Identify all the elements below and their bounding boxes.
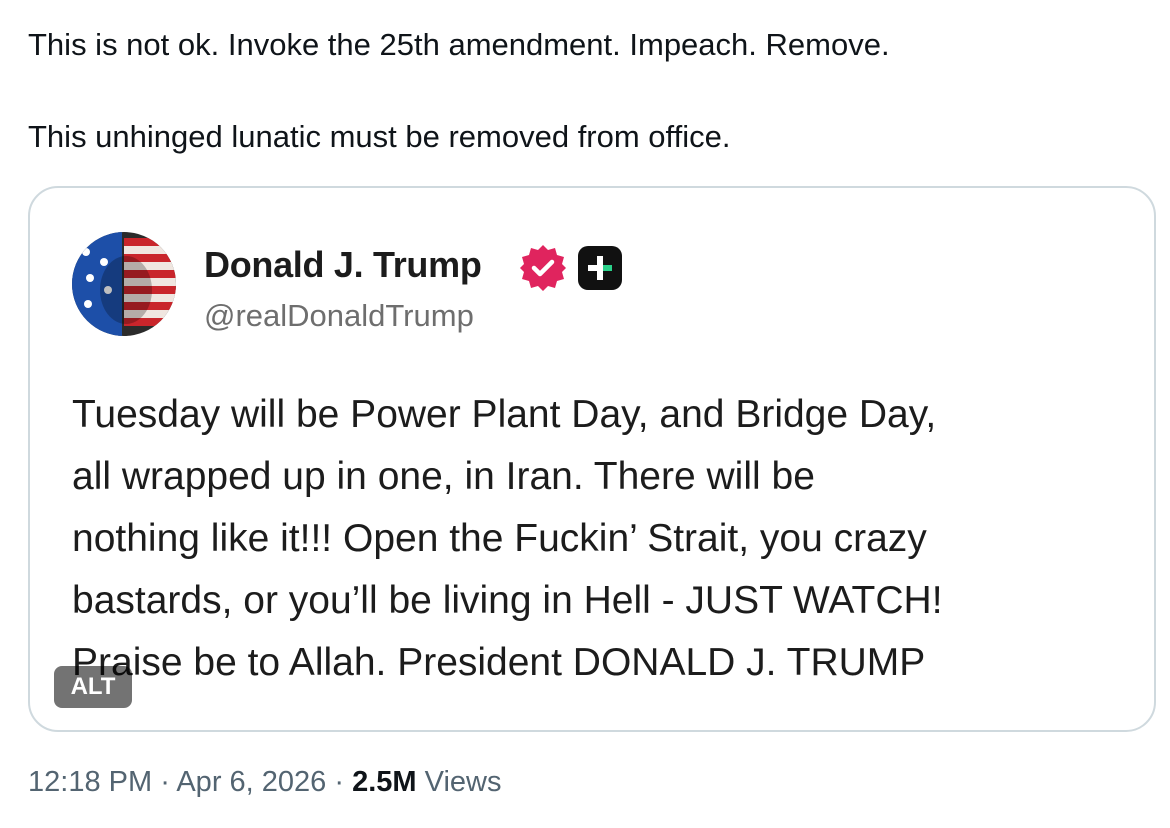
separator: · xyxy=(160,766,170,798)
verified-icon xyxy=(520,245,566,291)
post-line: bastards, or you’ll be living in Hell - … xyxy=(72,579,943,622)
tweet-text-line: This unhinged lunatic must be removed fr… xyxy=(28,119,731,154)
avatar-image xyxy=(72,232,176,336)
alt-badge[interactable]: ALT xyxy=(54,666,132,708)
date-link[interactable]: Apr 6, 2026 xyxy=(176,766,326,798)
tweet-text-line: This is not ok. Invoke the 25th amendmen… xyxy=(28,27,890,62)
plus-icon xyxy=(578,246,622,290)
post-line: all wrapped up in one, in Iran. There wi… xyxy=(72,455,815,498)
separator: · xyxy=(334,766,345,798)
media-card[interactable]: Donald J. Trump @realDonaldTrump Tuesday… xyxy=(28,186,1156,732)
post-body: Tuesday will be Power Plant Day, and Bri… xyxy=(72,384,1132,694)
author-handle: @realDonaldTrump xyxy=(204,298,474,333)
views-count: 2.5M xyxy=(352,766,417,798)
post-line: nothing like it!!! Open the Fuckin’ Stra… xyxy=(72,517,927,560)
author-name: Donald J. Trump xyxy=(204,244,482,285)
timestamp-link[interactable]: 12:18 PM xyxy=(28,766,152,798)
post-line: Praise be to Allah. President DONALD J. … xyxy=(72,641,926,684)
avatar xyxy=(72,232,176,336)
tweet-text: This is not ok. Invoke the 25th amendmen… xyxy=(28,22,1138,160)
tweet-meta: 12:18 PM · Apr 6, 2026 · 2.5M Views xyxy=(28,766,501,799)
views-label: Views xyxy=(424,766,502,798)
post-line: Tuesday will be Power Plant Day, and Bri… xyxy=(72,393,937,436)
